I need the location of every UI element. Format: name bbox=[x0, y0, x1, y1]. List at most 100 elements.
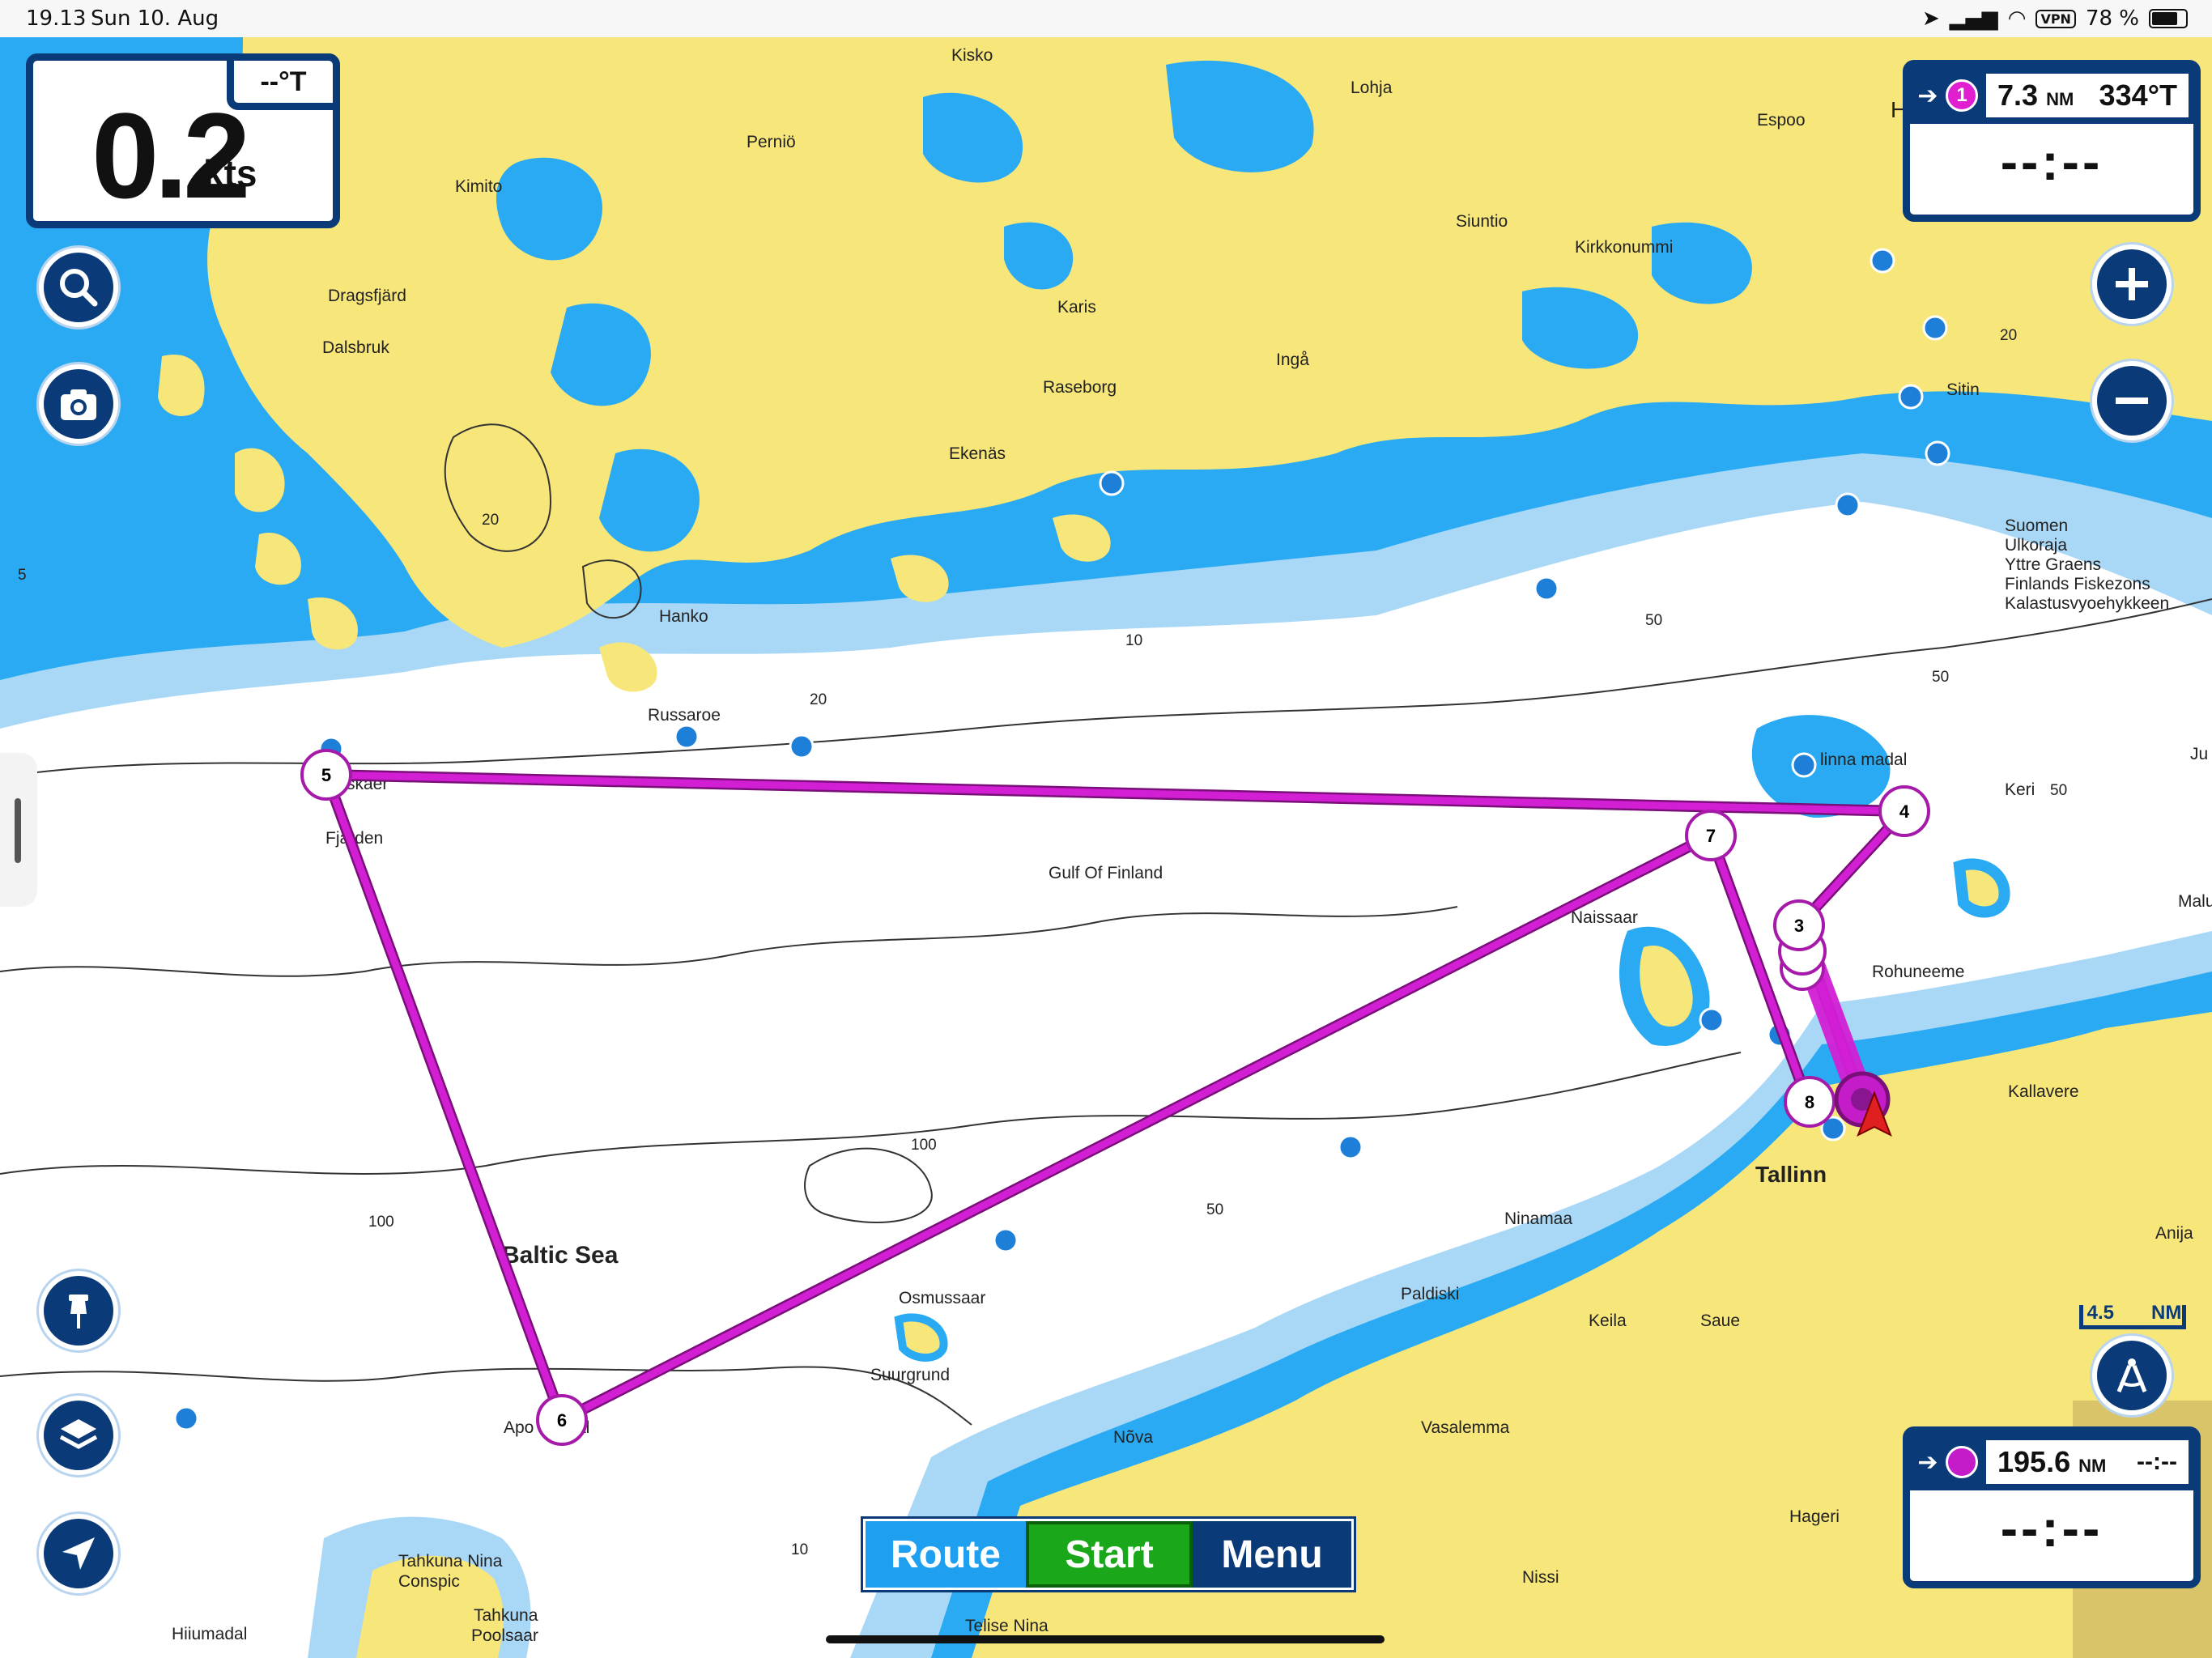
place-conspic: Conspic bbox=[398, 1572, 460, 1591]
pin-icon bbox=[69, 1295, 88, 1329]
search-button[interactable] bbox=[39, 248, 118, 327]
zoom-in-button[interactable] bbox=[2092, 244, 2172, 324]
place-suurgrund: Suurgrund bbox=[870, 1366, 950, 1384]
place-pernio: Perniö bbox=[747, 133, 796, 151]
battery-percent: 78 % bbox=[2085, 6, 2139, 31]
waypoint-5[interactable]: 5 bbox=[300, 749, 352, 801]
place-ju: Ju bbox=[2190, 745, 2208, 763]
place-apoy: Apo bbox=[504, 1418, 534, 1437]
route-button[interactable]: Route bbox=[866, 1521, 1026, 1588]
place-sitin: Sitin bbox=[1946, 380, 1980, 399]
home-indicator[interactable] bbox=[826, 1635, 1385, 1643]
place-karis: Karis bbox=[1057, 298, 1096, 317]
status-icons: ➤ ▂▄▆ ◠ VPN 78 % bbox=[1922, 6, 2188, 31]
nautical-chart[interactable]: Kisko Lohja Espoo H Perniö Kimito Siunti… bbox=[0, 0, 2212, 1658]
location-icon: ➤ bbox=[1921, 6, 1940, 31]
waypoint-label: 3 bbox=[1794, 916, 1804, 936]
place-naissaar: Naissaar bbox=[1571, 908, 1638, 927]
place-baltic: Baltic Sea bbox=[502, 1242, 619, 1269]
place-russaroe: Russaroe bbox=[648, 706, 721, 725]
minus-icon bbox=[2116, 397, 2148, 404]
depth-label: 50 bbox=[1206, 1201, 1223, 1218]
place-kimito: Kimito bbox=[455, 177, 502, 196]
fishing-zone-3: Yttre Graens bbox=[2005, 555, 2101, 574]
place-rohuneeme: Rohuneeme bbox=[1872, 963, 1964, 981]
bottom-toolbar: Route Start Menu bbox=[863, 1519, 1354, 1590]
next-waypoint-panel[interactable]: ➔ 1 7.3 NM 334°T --:-- bbox=[1903, 60, 2201, 222]
layers-button[interactable] bbox=[39, 1396, 118, 1475]
place-keri: Keri bbox=[2005, 780, 2035, 799]
destination-info: 195.6 NM --:-- bbox=[1986, 1440, 2189, 1484]
place-hanko: Hanko bbox=[659, 607, 708, 626]
waypoint-distance-unit: NM bbox=[2046, 89, 2074, 109]
waypoint-7[interactable]: 7 bbox=[1685, 810, 1737, 861]
waypoint-label: 4 bbox=[1899, 801, 1910, 822]
waypoint-6[interactable]: 6 bbox=[536, 1394, 588, 1446]
scale-label: 4.5 NM bbox=[2053, 1302, 2212, 1324]
fishing-zone-5: Kalastusvyoehykkeen bbox=[2005, 594, 2169, 613]
signal-icon: ▂▄▆ bbox=[1949, 6, 1998, 31]
zoom-out-button[interactable] bbox=[2092, 361, 2172, 440]
place-nova: Nõva bbox=[1113, 1428, 1153, 1447]
waypoint-8[interactable]: 8 bbox=[1784, 1076, 1836, 1128]
center-location-button[interactable] bbox=[39, 1514, 118, 1593]
depth-label: 20 bbox=[482, 512, 499, 529]
place-hiiumadal: Hiiumadal bbox=[172, 1625, 247, 1643]
place-osmussaar: Osmussaar bbox=[899, 1289, 985, 1307]
place-kirkkonummi: Kirkkonummi bbox=[1575, 238, 1673, 257]
heading-value: --°T bbox=[227, 53, 340, 110]
compass-ruler-icon bbox=[2116, 1358, 2147, 1392]
place-kisko: Kisko bbox=[951, 46, 993, 65]
status-date: Sun 10. Aug bbox=[91, 6, 219, 31]
place-tahkuna-nina: Tahkuna Nina bbox=[398, 1552, 503, 1571]
depth-label: 20 bbox=[810, 691, 827, 708]
place-nissi: Nissi bbox=[1522, 1568, 1559, 1587]
waypoint-3[interactable]: 3 bbox=[1773, 899, 1825, 951]
place-dragsfjard: Dragsfjärd bbox=[328, 287, 406, 305]
osmussaar-island bbox=[894, 1313, 948, 1362]
place-lohja: Lohja bbox=[1351, 79, 1393, 97]
waypoint-eta: --:-- bbox=[2000, 133, 2104, 191]
destination-eta: --:-- bbox=[2000, 1499, 2104, 1558]
status-time: 19.13 bbox=[26, 6, 87, 31]
destination-row: ➔ 195.6 NM --:-- bbox=[1910, 1434, 2193, 1490]
destination-time: --:-- bbox=[2137, 1448, 2177, 1475]
menu-button[interactable]: Menu bbox=[1193, 1521, 1351, 1588]
ruler-button[interactable] bbox=[2092, 1336, 2172, 1415]
next-waypoint-row: ➔ 1 7.3 NM 334°T bbox=[1910, 67, 2193, 124]
speed-panel[interactable]: 0.2 kts --°T bbox=[26, 53, 340, 228]
place-vasalemma: Vasalemma bbox=[1421, 1418, 1510, 1437]
side-panel-handle[interactable] bbox=[0, 753, 37, 907]
layers-icon bbox=[59, 1419, 98, 1449]
place-malu: Malu bbox=[2178, 892, 2212, 911]
waypoint-label: 7 bbox=[1706, 826, 1716, 846]
destination-panel[interactable]: ➔ 195.6 NM --:-- --:-- bbox=[1903, 1426, 2201, 1588]
destination-distance: 195.6 bbox=[1997, 1445, 2071, 1478]
arrow-right-icon: ➔ bbox=[1917, 82, 1938, 109]
depth-label: 100 bbox=[368, 1214, 394, 1231]
place-siuntio: Siuntio bbox=[1456, 212, 1508, 231]
depth-label: 50 bbox=[1645, 612, 1662, 629]
place-ninamaa: Ninamaa bbox=[1504, 1209, 1572, 1228]
depth-label: 10 bbox=[791, 1541, 808, 1558]
place-tallinn: Tallinn bbox=[1755, 1162, 1827, 1187]
vpn-badge: VPN bbox=[2035, 9, 2076, 28]
place-linna-madal: linna madal bbox=[1820, 750, 1907, 769]
search-icon bbox=[60, 269, 98, 307]
wifi-icon: ◠ bbox=[2007, 6, 2027, 31]
fishing-zone-1: Suomen bbox=[2005, 517, 2068, 535]
speed-unit: kts bbox=[203, 152, 257, 194]
fishing-zone-2: Ulkoraja bbox=[2005, 536, 2067, 555]
camera-button[interactable] bbox=[39, 364, 118, 444]
place-espoo: Espoo bbox=[1757, 111, 1806, 130]
depth-label: 100 bbox=[911, 1137, 937, 1154]
place-raseborg: Raseborg bbox=[1043, 378, 1117, 397]
add-marker-button[interactable] bbox=[39, 1271, 118, 1350]
waypoint-distance: 7.3 bbox=[1997, 79, 2039, 112]
place-inga: Ingå bbox=[1276, 351, 1309, 369]
start-button[interactable]: Start bbox=[1026, 1521, 1193, 1588]
place-paldiski: Paldiski bbox=[1401, 1285, 1459, 1303]
battery-icon bbox=[2149, 9, 2188, 28]
waypoint-4[interactable]: 4 bbox=[1878, 785, 1930, 837]
place-tahkuna: Tahkuna bbox=[474, 1606, 538, 1625]
